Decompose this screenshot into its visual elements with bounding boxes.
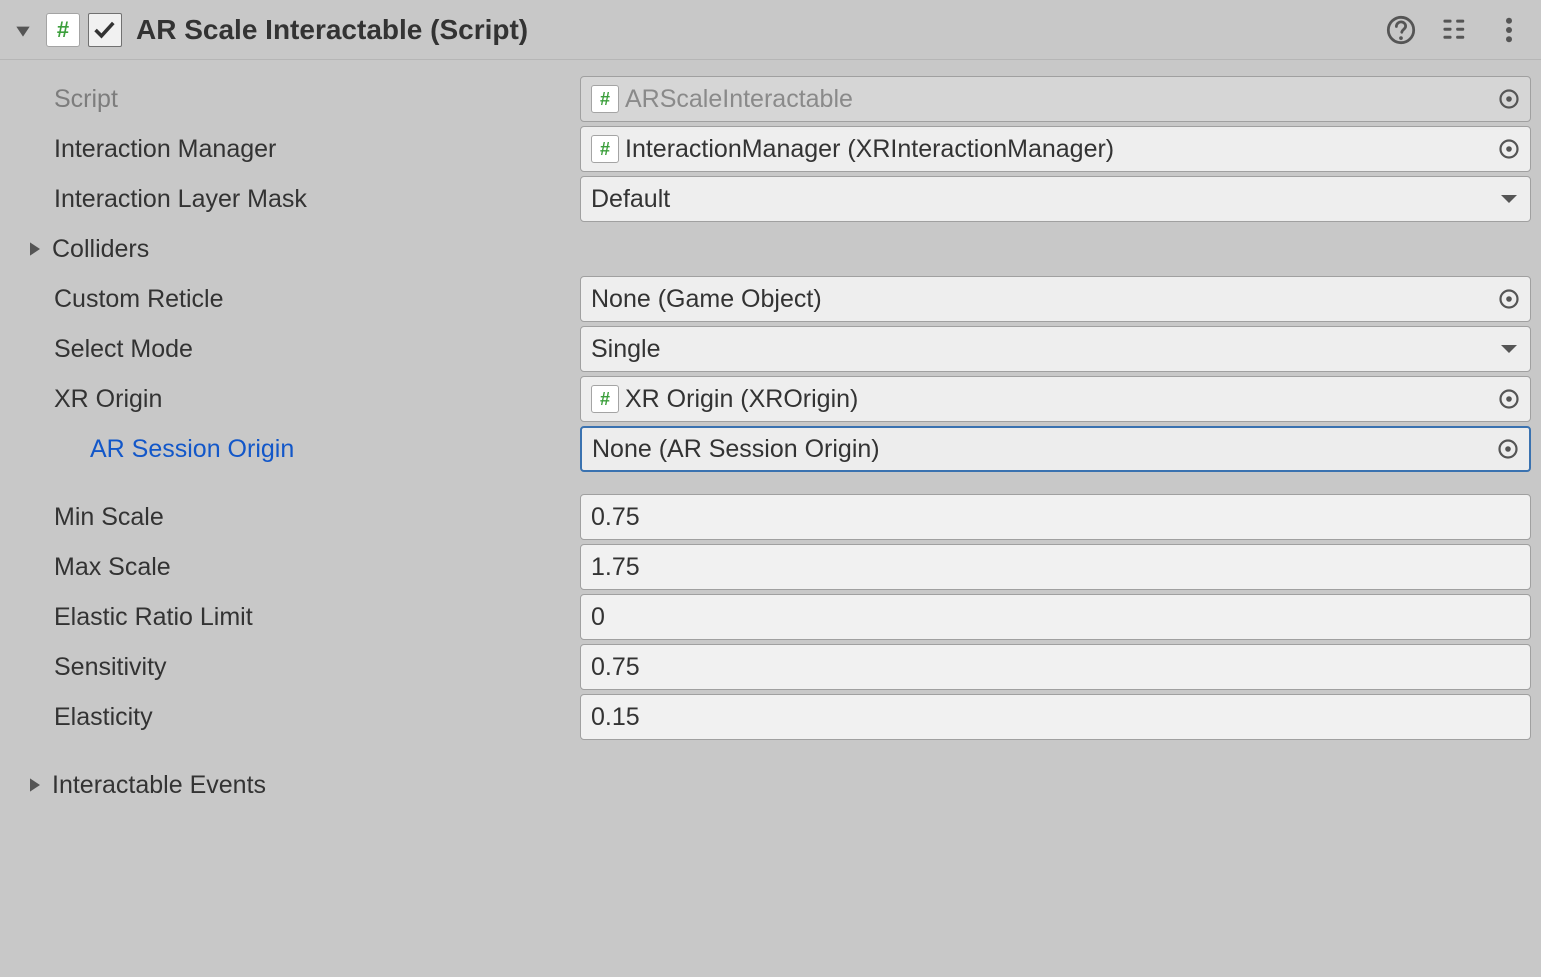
- component-header: # AR Scale Interactable (Script): [0, 0, 1541, 60]
- interaction-manager-label: Interaction Manager: [54, 135, 276, 164]
- object-picker-icon[interactable]: [1496, 136, 1522, 162]
- component-title: AR Scale Interactable (Script): [136, 14, 1375, 46]
- script-type-icon: #: [46, 13, 80, 47]
- script-field: # ARScaleInteractable: [580, 76, 1531, 122]
- context-menu-icon[interactable]: [1491, 12, 1527, 48]
- help-icon[interactable]: [1383, 12, 1419, 48]
- component-inspector: # AR Scale Interactable (Script) Script …: [0, 0, 1541, 828]
- object-picker-icon: [1496, 86, 1522, 112]
- interactable-events-foldout[interactable]: Interactable Events: [0, 760, 1541, 810]
- object-picker-icon[interactable]: [1496, 286, 1522, 312]
- object-picker-icon[interactable]: [1495, 436, 1521, 462]
- script-ref-icon: #: [591, 85, 619, 113]
- object-picker-icon[interactable]: [1496, 386, 1522, 412]
- min-scale-label: Min Scale: [54, 503, 164, 532]
- preset-icon[interactable]: [1437, 12, 1473, 48]
- custom-reticle-field[interactable]: None (Game Object): [580, 276, 1531, 322]
- sensitivity-field[interactable]: 0.75: [580, 644, 1531, 690]
- custom-reticle-label: Custom Reticle: [54, 285, 224, 314]
- xr-origin-label: XR Origin: [54, 385, 162, 414]
- script-ref-icon: #: [591, 385, 619, 413]
- interaction-layer-mask-field[interactable]: Default: [580, 176, 1531, 222]
- foldout-arrow-icon: [22, 770, 48, 800]
- dropdown-icon: [1496, 186, 1522, 212]
- ar-session-origin-field[interactable]: None (AR Session Origin): [580, 426, 1531, 472]
- elastic-ratio-limit-field[interactable]: 0: [580, 594, 1531, 640]
- script-ref-icon: #: [591, 135, 619, 163]
- component-enabled-checkbox[interactable]: [88, 13, 122, 47]
- foldout-arrow-icon: [22, 234, 48, 264]
- xr-origin-field[interactable]: # XR Origin (XROrigin): [580, 376, 1531, 422]
- max-scale-label: Max Scale: [54, 553, 171, 582]
- max-scale-field[interactable]: 1.75: [580, 544, 1531, 590]
- min-scale-field[interactable]: 0.75: [580, 494, 1531, 540]
- select-mode-field[interactable]: Single: [580, 326, 1531, 372]
- select-mode-label: Select Mode: [54, 335, 193, 364]
- script-label: Script: [54, 85, 118, 114]
- elasticity-label: Elasticity: [54, 703, 153, 732]
- elasticity-field[interactable]: 0.15: [580, 694, 1531, 740]
- interaction-layer-mask-label: Interaction Layer Mask: [54, 185, 307, 214]
- interaction-manager-field[interactable]: # InteractionManager (XRInteractionManag…: [580, 126, 1531, 172]
- elastic-ratio-limit-label: Elastic Ratio Limit: [54, 603, 253, 632]
- dropdown-icon: [1496, 336, 1522, 362]
- ar-session-origin-label[interactable]: AR Session Origin: [90, 435, 294, 464]
- colliders-foldout[interactable]: Colliders: [0, 224, 1541, 274]
- sensitivity-label: Sensitivity: [54, 653, 167, 682]
- foldout-toggle[interactable]: [8, 15, 38, 45]
